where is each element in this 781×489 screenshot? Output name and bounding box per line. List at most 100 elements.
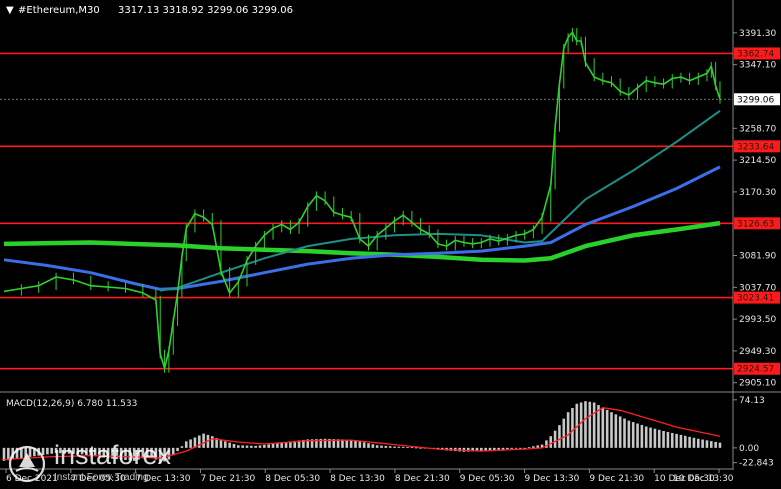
- macd-bar: [393, 446, 396, 448]
- watermark: instaforex Instant Forex Trading: [8, 440, 198, 486]
- macd-bar: [636, 423, 639, 448]
- macd-bar: [345, 439, 349, 448]
- macd-bar: [688, 436, 691, 448]
- macd-bar: [514, 447, 518, 449]
- macd-bar: [566, 412, 570, 448]
- macd-bar: [679, 434, 683, 448]
- macd-bar: [532, 446, 535, 448]
- macd-bar: [245, 445, 249, 448]
- macd-bar: [640, 425, 644, 448]
- macd-bar: [414, 447, 418, 449]
- macd-bar: [662, 431, 665, 448]
- header-arrow[interactable]: ▼: [6, 5, 14, 16]
- macd-bar: [224, 441, 227, 448]
- current-price-label: 3299.06: [737, 95, 774, 105]
- macd-bar: [683, 435, 687, 448]
- level-tag-label: 3362.74: [737, 49, 774, 59]
- price-tick-label: 2905.10: [739, 379, 776, 389]
- watermark-name: instaforex: [54, 440, 172, 470]
- time-tick-label: 8 Dec 21:30: [395, 474, 450, 484]
- macd-bar: [584, 401, 587, 448]
- price-tick-label: 2949.30: [739, 347, 776, 357]
- macd-bar: [718, 442, 722, 448]
- macd-bar: [558, 425, 561, 448]
- time-tick-label: 9 Dec 13:30: [525, 474, 580, 484]
- macd-bar: [228, 442, 231, 448]
- chart-canvas: 3391.30 3347.10 3258.70 3214.50 3170.30 3081.…: [0, 0, 781, 489]
- macd-bar: [506, 447, 509, 450]
- level-tag-label: 3126.63: [737, 219, 774, 229]
- macd-bar: [627, 420, 631, 448]
- time-tick-label: 8 Dec 05:30: [265, 474, 320, 484]
- macd-bar: [202, 433, 205, 448]
- macd-bar: [210, 436, 214, 448]
- macd-bar: [696, 438, 700, 448]
- macd-bar: [657, 429, 661, 448]
- macd-bar: [714, 441, 717, 448]
- macd-bar: [553, 430, 557, 448]
- ohlc-values: 3317.13 3318.92 3299.06 3299.06: [118, 5, 293, 16]
- macd-bar: [241, 445, 244, 448]
- macd-bar: [271, 443, 275, 448]
- macd-bar: [493, 447, 496, 451]
- macd-bar: [406, 447, 409, 448]
- price-tick-label: 3170.30: [739, 188, 776, 198]
- macd-bar: [237, 445, 240, 448]
- level-tag-label: 3023.41: [737, 294, 774, 304]
- macd-bar: [592, 402, 596, 448]
- macd-bar: [649, 427, 652, 448]
- macd-bar: [710, 441, 713, 448]
- macd-bar: [519, 447, 522, 449]
- time-tick-label: 9 Dec 05:30: [460, 474, 515, 484]
- macd-bar: [358, 441, 362, 448]
- level-tag-label: 2924.57: [737, 365, 774, 375]
- macd-bar: [653, 428, 657, 448]
- price-tick-label: 3347.10: [739, 61, 776, 71]
- macd-tick-label: 0.00: [739, 444, 759, 454]
- instaforex-logo-icon: [8, 445, 46, 483]
- level-tag-label: 3233.64: [737, 142, 774, 152]
- macd-bar: [666, 431, 670, 448]
- macd-bar: [232, 443, 236, 448]
- macd-bar: [388, 446, 392, 448]
- macd-bar: [397, 446, 401, 448]
- macd-bar: [610, 412, 613, 448]
- macd-bar: [623, 418, 626, 448]
- macd-bar: [549, 436, 553, 448]
- macd-bar: [571, 407, 574, 448]
- price-tick-label: 3081.90: [739, 252, 776, 262]
- macd-bar: [267, 444, 270, 448]
- time-tick-label: 8 Dec 13:30: [330, 474, 385, 484]
- watermark-tagline: Instant Forex Trading: [54, 472, 149, 483]
- macd-bar: [401, 446, 405, 448]
- price-tick-label: 3214.50: [739, 156, 776, 166]
- macd-bar: [410, 447, 414, 449]
- macd-bar: [527, 447, 531, 448]
- macd-bar: [705, 440, 709, 448]
- macd-bar: [605, 409, 609, 448]
- macd-bar: [384, 445, 388, 448]
- macd-bar: [497, 447, 500, 450]
- macd-bar: [562, 418, 566, 448]
- macd-tick-label: 74.13: [739, 396, 765, 406]
- macd-bar: [367, 443, 370, 448]
- price-tick-label: 3391.30: [739, 29, 776, 39]
- macd-bar: [263, 444, 266, 448]
- macd-bar: [254, 445, 257, 448]
- time-tick-label: 10 Dec 13:30: [673, 474, 734, 484]
- macd-bar: [280, 442, 284, 448]
- macd-bar: [501, 447, 505, 450]
- macd-bar: [349, 440, 353, 448]
- time-tick-label: 9 Dec 21:30: [589, 474, 644, 484]
- macd-bar: [510, 447, 513, 449]
- price-tick-label: 3258.70: [739, 124, 776, 134]
- macd-bar: [631, 422, 635, 448]
- macd-bar: [354, 440, 357, 448]
- macd-bar: [375, 445, 379, 448]
- macd-bar: [276, 443, 279, 448]
- macd-bar: [618, 416, 622, 448]
- macd-bar: [675, 433, 678, 448]
- macd-bar: [371, 444, 375, 448]
- macd-bar: [701, 439, 704, 448]
- macd-bar: [644, 426, 648, 448]
